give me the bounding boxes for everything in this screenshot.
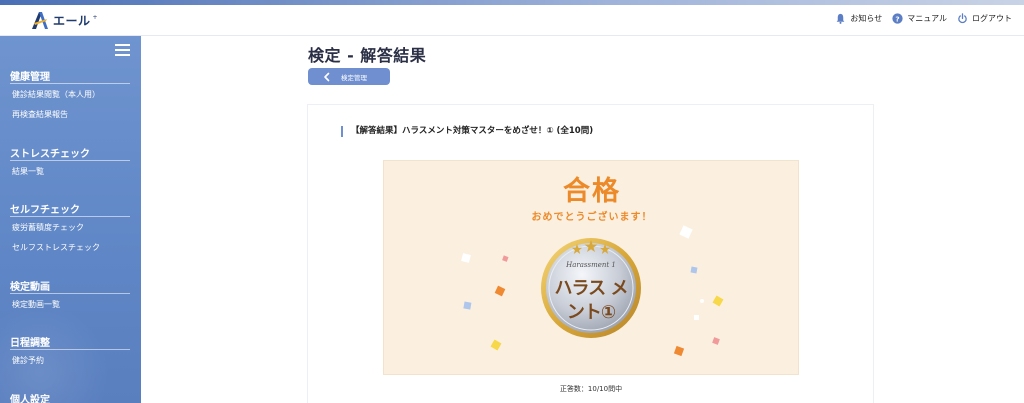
page-title: 検定 - 解答結果 bbox=[308, 46, 427, 65]
sidebar-divider bbox=[10, 293, 130, 294]
notice-link[interactable]: お知らせ bbox=[835, 13, 882, 24]
top-header: エール + お知らせ ? マニュアル ログアウト bbox=[0, 5, 1024, 36]
back-button-label: 検定管理 bbox=[341, 73, 367, 82]
logout-link[interactable]: ログアウト bbox=[957, 13, 1012, 24]
sidebar-item-checkup-results[interactable]: 健診結果閲覧（本人用） bbox=[12, 89, 100, 100]
sidebar-divider bbox=[10, 349, 130, 350]
sidebar-section-selfcheck: セルフチェック bbox=[10, 205, 80, 216]
sidebar-divider bbox=[10, 83, 130, 84]
logo-mark-icon bbox=[32, 12, 48, 29]
sidebar-section-stress: ストレスチェック bbox=[10, 149, 90, 160]
sidebar-item-reexam-report[interactable]: 再検査結果報告 bbox=[12, 109, 68, 120]
svg-text:?: ? bbox=[896, 14, 900, 23]
power-icon bbox=[958, 13, 967, 24]
sidebar-item-checkup-booking[interactable]: 健診予約 bbox=[12, 355, 44, 366]
sidebar-divider bbox=[10, 160, 130, 161]
sidebar-item-fatigue-check[interactable]: 疲労蓄積度チェック bbox=[12, 222, 84, 233]
sidebar-section-settings: 個人設定 bbox=[10, 395, 50, 403]
result-heading: 【解答結果】ハラスメント対策マスターをめざせ！① (全10問) bbox=[341, 126, 593, 137]
result-banner: 合格 おめでとうございます！ Harassment 1 ハラス メ ント① bbox=[383, 160, 799, 375]
manual-label: マニュアル bbox=[907, 14, 947, 23]
badge-title-line2: ント① bbox=[566, 302, 616, 323]
badge-title-line1: ハラス メ bbox=[554, 278, 629, 299]
manual-link[interactable]: ? マニュアル bbox=[892, 13, 947, 24]
app-logo[interactable]: エール + bbox=[30, 10, 98, 30]
sidebar-item-self-stress-check[interactable]: セルフストレスチェック bbox=[12, 242, 100, 253]
sidebar-divider bbox=[10, 216, 130, 217]
sidebar-item-results-list[interactable]: 結果一覧 bbox=[12, 166, 44, 177]
logo-text: エール bbox=[53, 13, 91, 28]
notice-label: お知らせ bbox=[850, 14, 883, 23]
logo-superscript: + bbox=[92, 13, 98, 21]
back-to-exam-management-button[interactable]: 検定管理 bbox=[308, 68, 390, 85]
sidebar-section-health: 健康管理 bbox=[10, 72, 50, 83]
help-icon: ? bbox=[892, 13, 903, 24]
sidebar: 健康管理 健診結果閲覧（本人用） 再検査結果報告 ストレスチェック 結果一覧 セ… bbox=[0, 36, 141, 403]
logout-label: ログアウト bbox=[972, 14, 1012, 23]
badge-subtitle: Harassment 1 bbox=[566, 261, 616, 269]
menu-toggle-icon[interactable] bbox=[115, 44, 130, 56]
sidebar-section-schedule: 日程調整 bbox=[10, 338, 50, 349]
chevron-left-icon bbox=[324, 72, 330, 81]
sidebar-section-videos: 検定動画 bbox=[10, 282, 50, 293]
bell-icon bbox=[837, 13, 845, 24]
sidebar-item-video-list[interactable]: 検定動画一覧 bbox=[12, 299, 60, 310]
score-text: 正答数：10/10問中 bbox=[559, 385, 623, 393]
